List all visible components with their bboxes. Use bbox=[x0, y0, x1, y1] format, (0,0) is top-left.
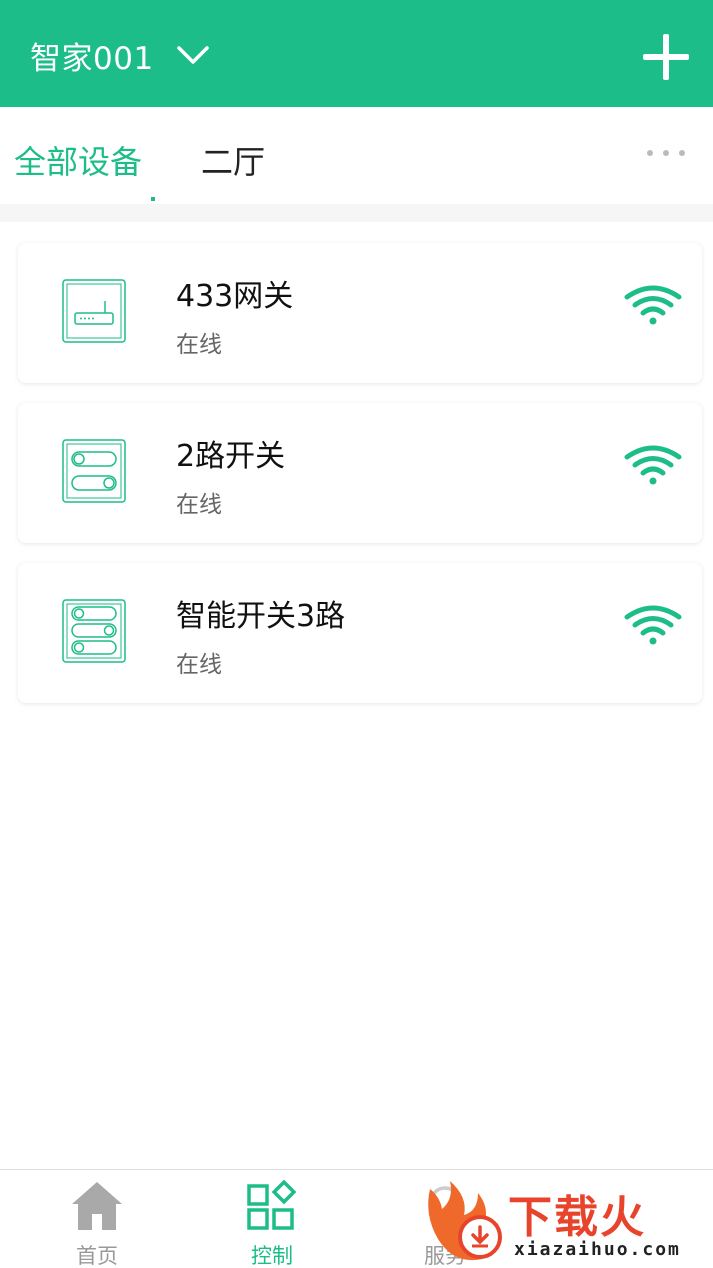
home-name: 智家001 bbox=[30, 40, 154, 77]
gateway-icon bbox=[62, 279, 126, 343]
active-tab-indicator bbox=[151, 197, 155, 201]
device-status: 在线 bbox=[176, 492, 222, 518]
wifi-signal-icon bbox=[624, 445, 682, 485]
device-card[interactable]: 智能开关3路 在线 bbox=[18, 563, 702, 703]
app-screen: 智家001 全部设备 二厅 433网关 在线 2路开关 在线 智能开关3路 在线… bbox=[0, 0, 713, 1268]
add-icon[interactable] bbox=[641, 32, 691, 82]
device-name: 智能开关3路 bbox=[176, 599, 346, 634]
watermark-url: xiazaihuo.com bbox=[514, 1239, 681, 1260]
device-name: 2路开关 bbox=[176, 439, 286, 474]
two-way-switch-icon bbox=[62, 439, 126, 503]
section-divider bbox=[0, 204, 713, 222]
flame-logo-icon bbox=[428, 1181, 502, 1261]
device-card[interactable]: 2路开关 在线 bbox=[18, 403, 702, 543]
home-icon bbox=[72, 1182, 122, 1230]
watermark-text: 下载火 bbox=[508, 1192, 646, 1243]
room-tabs: 全部设备 二厅 bbox=[0, 107, 713, 204]
wifi-signal-icon bbox=[624, 605, 682, 645]
chevron-down-icon bbox=[176, 46, 209, 64]
nav-label-home: 首页 bbox=[76, 1244, 118, 1268]
device-name: 433网关 bbox=[176, 279, 294, 314]
nav-label-control: 控制 bbox=[251, 1244, 293, 1268]
nav-item-home[interactable]: 首页 bbox=[37, 1170, 157, 1268]
home-selector[interactable]: 智家001 bbox=[30, 30, 210, 80]
tab-room-second-hall[interactable]: 二厅 bbox=[201, 137, 265, 183]
nav-item-control[interactable]: 控制 bbox=[212, 1170, 332, 1268]
tab-all-devices[interactable]: 全部设备 bbox=[14, 137, 142, 183]
wifi-signal-icon bbox=[624, 285, 682, 325]
device-card[interactable]: 433网关 在线 bbox=[18, 243, 702, 383]
device-status: 在线 bbox=[176, 332, 222, 358]
more-dots-icon[interactable] bbox=[645, 147, 687, 159]
top-header: 智家001 bbox=[0, 0, 713, 107]
control-grid-icon bbox=[247, 1180, 297, 1230]
watermark-logo: 下载火 xiazaihuo.com bbox=[420, 1173, 713, 1268]
three-way-switch-icon bbox=[62, 599, 126, 663]
device-status: 在线 bbox=[176, 652, 222, 678]
